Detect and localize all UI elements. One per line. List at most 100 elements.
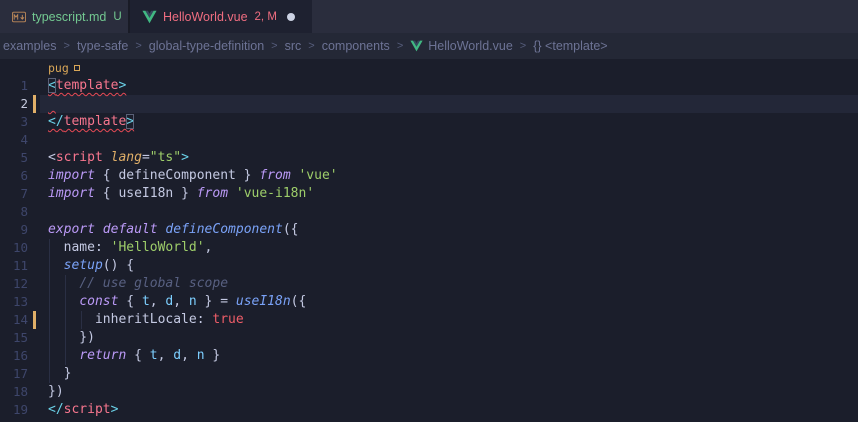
vscode-window: typescript.md U HelloWorld.vue 2, M exam… xyxy=(0,0,858,422)
tab-helloworld-vue[interactable]: HelloWorld.vue 2, M xyxy=(130,0,312,33)
code-token: } xyxy=(48,366,71,381)
code-editor[interactable]: pug 1<template>2 3</template>45 <script l… xyxy=(0,59,858,422)
code-token: from xyxy=(197,186,228,201)
breadcrumb-item[interactable]: HelloWorld.vue xyxy=(410,39,513,53)
breadcrumb-label: HelloWorld.vue xyxy=(428,39,513,53)
code-token: return xyxy=(79,348,126,363)
line-number[interactable]: 2 xyxy=(0,95,28,113)
git-modified-marker xyxy=(33,311,36,329)
tab-typescript-md[interactable]: typescript.md U xyxy=(0,0,130,33)
code-line[interactable]: 8 xyxy=(0,203,858,221)
code-token xyxy=(103,150,111,165)
code-text: }) xyxy=(48,329,95,347)
editor-tab-bar: typescript.md U HelloWorld.vue 2, M xyxy=(0,0,858,33)
code-token: > xyxy=(181,150,189,165)
code-token: ({ xyxy=(283,222,299,237)
breadcrumb-separator: > xyxy=(135,40,141,52)
code-token: lang xyxy=(111,150,142,165)
code-token: n xyxy=(197,348,205,363)
line-number[interactable]: 12 xyxy=(0,275,28,293)
code-line[interactable]: 16 return { t, d, n } xyxy=(0,347,858,365)
git-modified-marker xyxy=(33,95,36,113)
line-number[interactable]: 17 xyxy=(0,365,28,383)
code-line[interactable]: 19</script> xyxy=(0,401,858,419)
code-line[interactable]: 13 const { t, d, n } = useI18n({ xyxy=(0,293,858,311)
code-token xyxy=(48,96,56,111)
tab-label: typescript.md xyxy=(32,10,106,24)
code-token: () { xyxy=(103,258,134,273)
code-line[interactable]: 10 name: 'HelloWorld', xyxy=(0,239,858,257)
code-text: } xyxy=(48,365,71,383)
breadcrumb-separator: > xyxy=(308,40,314,52)
template-lang-inlay-row: pug xyxy=(0,59,858,77)
breadcrumb-item[interactable]: examples xyxy=(3,39,57,53)
line-number[interactable]: 18 xyxy=(0,383,28,401)
code-text xyxy=(48,95,56,113)
code-token: > xyxy=(126,114,134,129)
code-token: 'vue' xyxy=(298,168,337,183)
code-token: }) xyxy=(48,384,64,399)
code-token: from xyxy=(259,168,290,183)
code-line[interactable]: 4 xyxy=(0,131,858,149)
code-line[interactable]: 12 // use global scope xyxy=(0,275,858,293)
code-line[interactable]: 18}) xyxy=(0,383,858,401)
problems-modified-badge: 2, M xyxy=(255,11,277,23)
code-token: } xyxy=(205,348,221,363)
code-text: import { defineComponent } from 'vue' xyxy=(48,167,338,185)
breadcrumb-item[interactable]: {} <template> xyxy=(533,39,607,53)
line-number[interactable]: 1 xyxy=(0,77,28,95)
breadcrumb: examples > type-safe > global-type-definitio… xyxy=(0,33,858,59)
code-token: ({ xyxy=(291,294,307,309)
line-number[interactable]: 14 xyxy=(0,311,28,329)
breadcrumb-separator: > xyxy=(520,40,526,52)
code-line[interactable]: 15 }) xyxy=(0,329,858,347)
code-line[interactable]: 14 inheritLocale: true xyxy=(0,311,858,329)
line-number[interactable]: 19 xyxy=(0,401,28,419)
line-number[interactable]: 6 xyxy=(0,167,28,185)
code-line[interactable]: 2 xyxy=(0,95,858,113)
breadcrumb-label: examples xyxy=(3,39,57,53)
line-number[interactable]: 9 xyxy=(0,221,28,239)
code-line[interactable]: 7import { useI18n } from 'vue-i18n' xyxy=(0,185,858,203)
code-token: script xyxy=(56,150,103,165)
inlay-label: pug xyxy=(48,59,69,77)
code-token: n xyxy=(189,294,197,309)
code-line[interactable]: 1<template> xyxy=(0,77,858,95)
code-token: }) xyxy=(48,330,95,345)
code-token: useI18n xyxy=(236,294,291,309)
line-number[interactable]: 15 xyxy=(0,329,28,347)
template-lang-inlay[interactable]: pug xyxy=(48,60,80,76)
code-line[interactable]: 3</template> xyxy=(0,113,858,131)
line-number[interactable]: 13 xyxy=(0,293,28,311)
line-number[interactable]: 11 xyxy=(0,257,28,275)
breadcrumb-item[interactable]: components xyxy=(322,39,390,53)
code-line[interactable]: 9export default defineComponent({ xyxy=(0,221,858,239)
breadcrumb-item[interactable]: type-safe xyxy=(77,39,128,53)
code-token: // use global scope xyxy=(79,276,228,291)
line-number[interactable]: 4 xyxy=(0,131,28,149)
code-text: <script lang="ts"> xyxy=(48,149,189,167)
code-line[interactable]: 5 <script lang="ts"> xyxy=(0,149,858,167)
code-token: useI18n xyxy=(118,186,173,201)
code-token: defineComponent xyxy=(165,222,282,237)
line-number[interactable]: 10 xyxy=(0,239,28,257)
line-number[interactable]: 8 xyxy=(0,203,28,221)
code-token xyxy=(48,258,64,273)
code-line[interactable]: 11 setup() { xyxy=(0,257,858,275)
breadcrumb-item[interactable]: src xyxy=(285,39,302,53)
code-text: inheritLocale: true xyxy=(48,311,244,329)
line-number[interactable]: 16 xyxy=(0,347,28,365)
breadcrumb-item[interactable]: global-type-definition xyxy=(149,39,264,53)
code-token: "ts" xyxy=(150,150,181,165)
code-token: const xyxy=(79,294,118,309)
code-token xyxy=(48,276,79,291)
unsaved-changes-dot[interactable] xyxy=(287,13,295,21)
code-line[interactable]: 6 import { defineComponent } from 'vue' xyxy=(0,167,858,185)
line-number[interactable]: 5 xyxy=(0,149,28,167)
line-number[interactable]: 7 xyxy=(0,185,28,203)
code-token: template xyxy=(56,78,119,93)
code-token: t xyxy=(150,348,158,363)
code-line[interactable]: 17 } xyxy=(0,365,858,383)
line-number[interactable]: 3 xyxy=(0,113,28,131)
breadcrumb-label: global-type-definition xyxy=(149,39,264,53)
